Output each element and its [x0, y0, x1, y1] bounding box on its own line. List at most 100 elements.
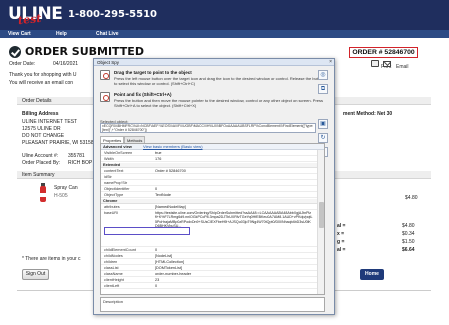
property-name: children [104, 260, 118, 264]
point-fix-description: Shift+Ctrl+A to select the object. (Shif… [114, 103, 197, 108]
drag-target-title: Drag the target to point to the object [114, 70, 192, 75]
total-label: x = [337, 231, 345, 237]
point-fix-title: Point and fix (Shift+Ctrl+A) [114, 92, 172, 97]
phone-number: 1-800-295-5510 [68, 9, 157, 20]
tab-properties[interactable]: Properties [100, 136, 125, 143]
property-value: [NodeList] [155, 254, 173, 258]
property-row-contenttext[interactable]: contentText Order # 52846700 [101, 169, 317, 174]
property-value: TextNode [155, 193, 172, 197]
property-row[interactable]: clientLeft 0 [101, 284, 317, 289]
property-name: baseURI [104, 211, 118, 215]
nav-view-cart[interactable]: View Cart [8, 30, 31, 38]
total-value: $4.80 [402, 223, 415, 229]
item-name[interactable]: Spray Can [54, 185, 78, 191]
property-name: nameProp'Str [104, 181, 128, 185]
property-row[interactable]: idStr [101, 175, 317, 180]
item-price: $4.80 [405, 195, 418, 201]
property-value: 0 [155, 248, 158, 252]
placed-by-name: RICH BOP [68, 160, 93, 166]
spy-titlebar[interactable]: Object Spy × [94, 59, 334, 66]
thank-you-text: Thank you for shopping with U [9, 72, 77, 78]
envelope-icon[interactable] [383, 61, 391, 67]
order-date-label: Order Date: [9, 61, 36, 67]
property-row[interactable]: attributes [NamedNodeMap] [101, 205, 317, 210]
nav-chat-live[interactable]: Chat Live [96, 30, 119, 38]
advanced-view-label: Advanced view [103, 144, 132, 149]
property-row[interactable]: VisibleOnScreen true [101, 151, 317, 156]
spy-title: Object Spy [97, 60, 120, 65]
total-label: al = [337, 247, 346, 253]
property-row[interactable]: childNodes [NodeList] [101, 254, 317, 259]
billing-address-title: Billing Address [22, 111, 59, 117]
order-details-heading: Order Details [22, 98, 52, 104]
property-name: idStr [104, 175, 112, 179]
property-name: ObjectType [104, 193, 124, 197]
property-row[interactable]: classList [DOMTokenList] [101, 266, 317, 271]
account-label: Uline Account #: [22, 153, 59, 159]
nav-help[interactable]: Help [56, 30, 67, 38]
total-value: $0.34 [402, 231, 415, 237]
property-row[interactable]: childElementCount 0 [101, 248, 317, 253]
spray-can-image[interactable] [36, 183, 51, 203]
cart-note: * There are items in your c [22, 256, 81, 262]
close-icon[interactable]: × [329, 59, 332, 66]
property-name: classList [104, 266, 119, 270]
uline-logo[interactable]: ULINE test [8, 4, 63, 28]
property-row[interactable]: clientHeight 23 [101, 278, 317, 283]
property-value: https://testsite.uline.com/Ordering/Ship… [155, 211, 313, 229]
properties-grid[interactable]: Advanced view View basic members (Basic … [100, 143, 325, 295]
property-name: VisibleOnScreen [104, 151, 133, 155]
email-link[interactable]: Email [396, 64, 409, 70]
home-button[interactable]: Home [360, 269, 384, 280]
drag-target-description: to select this window or control. (Shift… [114, 81, 196, 86]
property-value: [NamedNodeMap] [155, 205, 186, 209]
property-value: [DOMTokenList] [155, 266, 183, 270]
sign-out-button[interactable]: Sign Out [22, 269, 49, 280]
billing-line: 12575 ULINE DR [22, 126, 61, 132]
printer-icon[interactable] [371, 60, 379, 67]
copy-icon[interactable]: ⧉ [318, 84, 328, 94]
order-confirmation-page: ULINE test 1-800-295-5510 View Cart Help… [0, 0, 449, 325]
can-label [40, 193, 46, 197]
description-panel: Description [100, 297, 325, 312]
total-value: $1.50 [402, 239, 415, 245]
property-name: clientHeight [104, 278, 124, 282]
total-value: $6.64 [402, 247, 415, 253]
property-row[interactable]: children [HTMLCollection] [101, 260, 317, 265]
property-value: 0 [155, 187, 158, 191]
object-spy-window[interactable]: Object Spy × Drag the target to point to… [93, 58, 335, 315]
logo-test-stamp: test [17, 11, 42, 28]
highlight-icon[interactable]: ▣ [318, 119, 328, 129]
description-label: Description [103, 299, 124, 304]
property-value: 23 [155, 278, 160, 282]
property-value: 0 [155, 284, 158, 288]
refresh-icon[interactable]: ↻ [318, 133, 328, 143]
property-row[interactable]: ObjectIdentifier 0 [101, 187, 317, 192]
drag-target-icon[interactable] [100, 70, 110, 80]
scrollbar-thumb[interactable] [319, 202, 324, 228]
check-circle-icon [9, 46, 21, 58]
contenttext-highlight-box [104, 227, 190, 235]
grid-scrollbar[interactable] [317, 150, 324, 294]
property-row[interactable]: Width 176 [101, 157, 317, 162]
property-value: true [155, 151, 162, 155]
property-value: 176 [155, 157, 162, 161]
property-row[interactable]: className order-number-header [101, 272, 317, 277]
basic-view-link[interactable]: View basic members (Basic view) [143, 144, 203, 149]
property-value: [HTMLCollection] [155, 260, 185, 264]
site-header: ULINE test 1-800-295-5510 [0, 0, 449, 30]
billing-line: PLEASANT PRAIRIE, WI 53158 [22, 140, 94, 146]
sub-navigation: View Cart Help Chat Live [0, 30, 449, 38]
selected-object-path[interactable]: xECQR04BHMFRC\\\UI=NCBF\AEF:\\\EOS\\\A\\… [100, 123, 316, 133]
property-row[interactable]: ObjectType TextNode [101, 193, 317, 198]
property-row[interactable]: nameProp'Str [101, 181, 317, 186]
target-icon[interactable]: ◎ [318, 70, 328, 80]
group-extended[interactable]: Extended [101, 163, 317, 168]
point-fix-icon[interactable] [100, 92, 110, 102]
property-name: ObjectIdentifier [104, 187, 130, 191]
property-name: attributes [104, 205, 120, 209]
order-number-header: ORDER # 52846700 [349, 47, 418, 58]
tab-methods[interactable]: Methods [124, 136, 146, 143]
group-chrome[interactable]: Chrome [101, 199, 317, 204]
property-value: order-number-header [155, 272, 192, 276]
